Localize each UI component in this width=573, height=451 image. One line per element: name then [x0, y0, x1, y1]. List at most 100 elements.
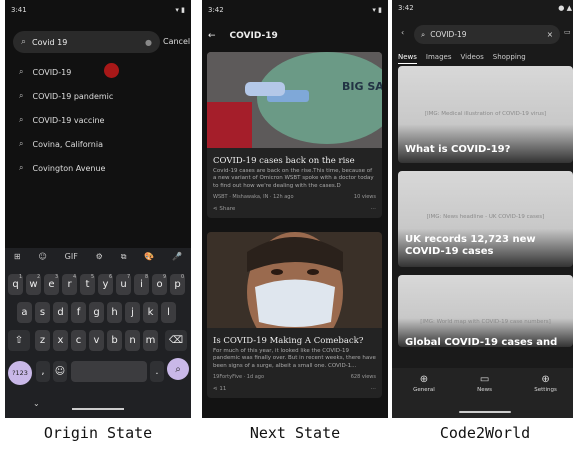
- key-m[interactable]: m: [143, 330, 158, 351]
- key-n[interactable]: n: [125, 330, 140, 351]
- key-l[interactable]: l: [161, 302, 176, 323]
- search-input[interactable]: ⌕ Covid 19 ●: [13, 31, 160, 53]
- more-icon[interactable]: ⋯: [371, 206, 377, 212]
- key-h[interactable]: h: [107, 302, 122, 323]
- period-key[interactable]: .: [150, 361, 164, 382]
- tab-videos[interactable]: Videos: [461, 53, 484, 64]
- nav-news[interactable]: ▭ News: [477, 374, 492, 393]
- share-button[interactable]: ⋖ Share: [213, 206, 235, 212]
- keyboard: ⊞ ☺ GIF ⚙ ⧉ 🎨 🎤 q1w2e3r4t5y6u7i8o9p0asdf…: [5, 248, 191, 418]
- suggestion-item[interactable]: ⌕ COVID-19 vaccine: [19, 115, 104, 125]
- emoji-key[interactable]: ☺: [53, 361, 67, 382]
- key-j[interactable]: j: [125, 302, 140, 323]
- search-icon: ⌕: [19, 67, 24, 76]
- palette-icon[interactable]: 🎨: [144, 252, 154, 262]
- news-card[interactable]: Is COVID-19 Making A Comeback? For much …: [207, 232, 382, 399]
- caption-origin: Origin State: [43, 424, 153, 442]
- key-a[interactable]: a: [17, 302, 32, 323]
- key-c[interactable]: c: [71, 330, 86, 351]
- card-title: COVID-19 cases back on the rise: [213, 156, 355, 166]
- next-state-screen: 3:42 ▾ ▮ ← COVID-19 BIG SAB COVID-19 cas…: [202, 0, 388, 418]
- key-number-hint: 1: [19, 274, 23, 280]
- plus-circle-icon: ⊕: [419, 374, 429, 385]
- key-number-hint: 5: [91, 274, 95, 280]
- status-time: 3:42: [208, 6, 224, 14]
- search-icon: ⌕: [19, 115, 24, 124]
- tab-news[interactable]: News: [398, 53, 417, 64]
- shirt-text: BIG SAB: [342, 80, 382, 93]
- key-d[interactable]: d: [53, 302, 68, 323]
- key-number-hint: 4: [73, 274, 77, 280]
- plus-circle-icon: ⊕: [541, 374, 550, 385]
- nav-general[interactable]: ⊕ General: [413, 374, 435, 393]
- news-card[interactable]: [IMG: Medical illustration of COVID-19 v…: [398, 66, 573, 163]
- key-b[interactable]: b: [107, 330, 122, 351]
- code2world-screen: 3:42 ● ▲ ‹ ⌕ COVID-19 × ▭ News Images Vi…: [392, 0, 573, 418]
- gear-icon[interactable]: ⚙: [96, 252, 103, 262]
- touch-indicator: [104, 63, 119, 78]
- search-key[interactable]: ⌕: [167, 358, 189, 380]
- grid-icon[interactable]: ⊞: [14, 252, 21, 262]
- news-card[interactable]: [IMG: World map with COVID-19 case numbe…: [398, 275, 573, 347]
- key-g[interactable]: g: [89, 302, 104, 323]
- card-title: Is COVID-19 Making A Comeback?: [213, 336, 364, 346]
- tab-images[interactable]: Images: [426, 53, 452, 64]
- suggestion-item[interactable]: ⌕ COVID-19: [19, 67, 71, 77]
- back-chevron-icon[interactable]: ‹: [401, 28, 404, 37]
- image-placeholder: [IMG: News headline - UK COVID-19 cases]: [426, 214, 545, 220]
- symbols-key[interactable]: ?123: [8, 361, 32, 385]
- emoji-icon[interactable]: ☺: [38, 252, 46, 262]
- space-bar[interactable]: [71, 361, 147, 382]
- clear-icon[interactable]: ●: [145, 38, 152, 47]
- key-number-hint: 0: [181, 274, 185, 280]
- key-z[interactable]: z: [35, 330, 50, 351]
- more-icon[interactable]: ⋯: [371, 386, 377, 392]
- key-s[interactable]: s: [35, 302, 50, 323]
- key-number-hint: 3: [55, 274, 59, 280]
- card-body: Covid-19 cases are back on the rise.This…: [213, 168, 374, 189]
- search-input[interactable]: ⌕ COVID-19 ×: [414, 25, 560, 44]
- keyboard-hide-icon[interactable]: ⌄: [33, 399, 40, 408]
- card-actions: ⋖ Share ⋯: [207, 204, 382, 218]
- search-value: Covid 19: [32, 37, 68, 47]
- card-views: 10 views: [353, 194, 376, 201]
- tabs-icon[interactable]: ▭: [564, 28, 571, 36]
- clipboard-icon[interactable]: ⧉: [121, 252, 127, 262]
- share-button[interactable]: ⋖ 11: [213, 386, 226, 392]
- key-v[interactable]: v: [89, 330, 104, 351]
- page-title: COVID-19: [229, 31, 278, 41]
- battery-icon: ● ▲: [558, 4, 572, 12]
- suggestion-item[interactable]: ⌕ Covington Avenue: [19, 163, 105, 173]
- news-card[interactable]: BIG SAB COVID-19 cases back on the rise …: [207, 52, 382, 219]
- news-image: [207, 232, 382, 352]
- battery-icon: ▾ ▮: [175, 6, 185, 14]
- nav-label: General: [413, 387, 435, 393]
- backspace-key[interactable]: ⌫: [165, 330, 187, 351]
- nav-settings[interactable]: ⊕ Settings: [534, 374, 557, 393]
- suggestion-item[interactable]: ⌕ Covina, California: [19, 139, 103, 149]
- key-f[interactable]: f: [71, 302, 86, 323]
- search-icon: ⌕: [421, 29, 426, 39]
- card-body: For much of this year, it looked like th…: [213, 348, 376, 369]
- suggestion-item[interactable]: ⌕ COVID-19 pandemic: [19, 91, 113, 101]
- card-actions: ⋖ 11 ⋯: [207, 384, 382, 398]
- key-k[interactable]: k: [143, 302, 158, 323]
- key-number-hint: 7: [127, 274, 131, 280]
- shift-key[interactable]: ⇧: [8, 330, 30, 351]
- share-label: Share: [219, 206, 236, 213]
- mic-icon[interactable]: 🎤: [172, 252, 182, 262]
- gif-button[interactable]: GIF: [65, 252, 78, 262]
- comma-key[interactable]: ,: [36, 361, 50, 382]
- card-headline: What is COVID-19?: [405, 144, 511, 155]
- back-arrow-icon[interactable]: ←: [208, 31, 216, 41]
- key-number-hint: 8: [145, 274, 149, 280]
- news-card[interactable]: [IMG: News headline - UK COVID-19 cases]…: [398, 171, 573, 267]
- status-bar: 3:42 ▾ ▮: [202, 0, 388, 20]
- home-indicator: [72, 408, 124, 410]
- close-icon[interactable]: ×: [547, 30, 553, 39]
- tab-shopping[interactable]: Shopping: [493, 53, 526, 64]
- cancel-button[interactable]: Cancel: [163, 37, 190, 46]
- image-placeholder: [IMG: World map with COVID-19 case numbe…: [420, 319, 551, 325]
- search-icon: ⌕: [19, 91, 24, 100]
- key-x[interactable]: x: [53, 330, 68, 351]
